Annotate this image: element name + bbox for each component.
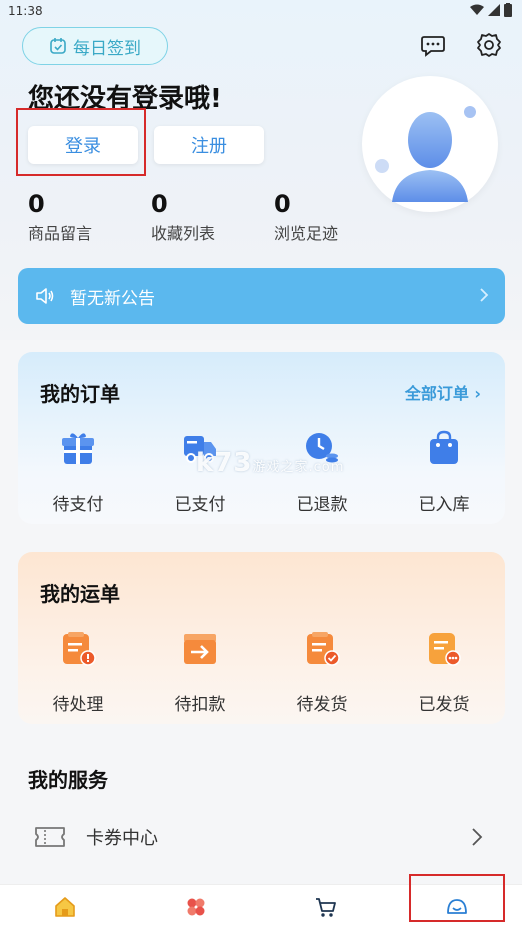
chevron-right-icon — [480, 288, 489, 302]
all-orders-link[interactable]: 全部订单 › — [405, 380, 481, 404]
stat-value: 0 — [151, 190, 168, 218]
watermark-main: k73 — [196, 448, 253, 478]
waybill-shipped[interactable]: 已发货 — [394, 630, 494, 715]
mine-tab-highlight-box — [409, 874, 505, 922]
clipboard-check-icon — [307, 632, 340, 666]
waybill-pending[interactable]: 待处理 — [28, 630, 128, 715]
stat-browse-history[interactable]: 0 浏览足迹 — [274, 190, 338, 244]
order-item-label: 已退款 — [296, 495, 348, 515]
services-title: 我的服务 — [28, 768, 108, 792]
waybill-to-ship[interactable]: 待发货 — [272, 630, 372, 715]
stat-label: 商品留言 — [28, 224, 93, 243]
ticket-icon — [35, 827, 65, 847]
waybill-item-label: 已发货 — [418, 695, 470, 715]
category-icon[interactable] — [184, 895, 208, 919]
orders-title: 我的订单 — [40, 382, 120, 406]
order-item-label: 待支付 — [52, 495, 104, 515]
stat-favorites[interactable]: 0 收藏列表 — [151, 190, 215, 244]
status-bar: 11:38 — [0, 0, 522, 22]
calendar-check-icon — [50, 38, 66, 54]
login-highlight-box — [16, 108, 146, 176]
my-waybills-card: 我的运单 待处理 待扣款 待发货 已发货 — [18, 552, 505, 724]
battery-icon — [504, 3, 512, 17]
speaker-icon — [36, 288, 54, 304]
waybills-title: 我的运单 — [40, 582, 120, 606]
status-icons — [470, 3, 512, 17]
waybill-pending-deduction[interactable]: 待扣款 — [150, 630, 250, 715]
watermark-domain: .com — [308, 460, 345, 475]
avatar[interactable] — [362, 76, 498, 212]
settings-button[interactable] — [476, 32, 502, 58]
order-stored[interactable]: 已入库 — [394, 430, 494, 515]
stat-value: 0 — [274, 190, 291, 218]
wifi-icon — [470, 4, 484, 15]
message-button[interactable] — [420, 32, 446, 58]
order-pending-payment[interactable]: 待支付 — [28, 430, 128, 515]
status-time: 11:38 — [8, 4, 43, 18]
my-orders-card: 我的订单 全部订单 › 待支付 已支付 已退款 已入库 — [18, 352, 505, 524]
clipboard-alert-icon — [63, 632, 96, 666]
checkin-label: 每日签到 — [73, 38, 141, 59]
arrow-box-icon — [184, 634, 216, 664]
waybill-item-label: 待扣款 — [174, 695, 226, 715]
all-orders-label: 全部订单 — [404, 384, 469, 403]
stat-value: 0 — [28, 190, 45, 218]
stat-product-comments[interactable]: 0 商品留言 — [28, 190, 92, 244]
chevron-right-icon: › — [474, 384, 481, 403]
order-item-label: 已支付 — [174, 495, 226, 515]
signal-icon — [488, 4, 500, 16]
chevron-right-icon — [472, 828, 483, 846]
waybill-item-label: 待发货 — [296, 695, 348, 715]
stat-label: 浏览足迹 — [274, 224, 339, 243]
service-label: 卡券中心 — [86, 828, 158, 849]
daily-checkin-button[interactable]: 每日签到 — [22, 27, 168, 65]
home-icon[interactable] — [53, 895, 77, 919]
chat-bubble-icon — [421, 36, 445, 57]
announcement-text: 暂无新公告 — [70, 288, 155, 309]
watermark-sub: 游戏之家 — [252, 460, 309, 475]
register-button[interactable]: 注册 — [154, 126, 264, 164]
shopping-bag-icon — [430, 430, 458, 464]
announcement-bar[interactable]: 暂无新公告 — [18, 268, 505, 324]
cart-icon[interactable] — [314, 895, 338, 919]
waybill-item-label: 待处理 — [52, 695, 104, 715]
gear-icon — [477, 33, 501, 57]
clipboard-more-icon — [429, 633, 461, 666]
k73-watermark: k73游戏之家.com — [196, 448, 344, 478]
default-user-avatar-icon — [375, 106, 476, 202]
stat-label: 收藏列表 — [151, 224, 216, 243]
gift-box-icon — [62, 433, 94, 464]
order-item-label: 已入库 — [418, 495, 470, 515]
service-coupon-center[interactable]: 卡券中心 — [28, 812, 494, 862]
